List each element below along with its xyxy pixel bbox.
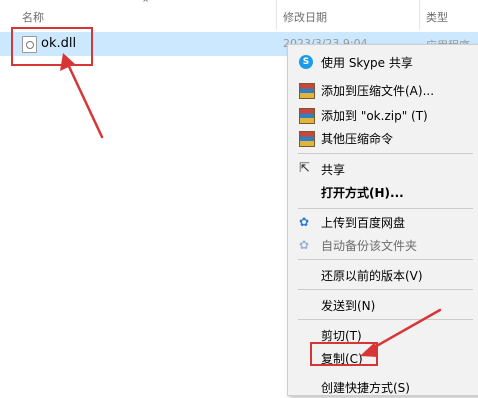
- arrow-to-copy: [364, 308, 442, 354]
- arrow-to-file: [64, 58, 104, 139]
- arrowhead-copy: [360, 342, 378, 357]
- arrowhead-file: [60, 53, 75, 71]
- annotation-arrows: [60, 53, 442, 357]
